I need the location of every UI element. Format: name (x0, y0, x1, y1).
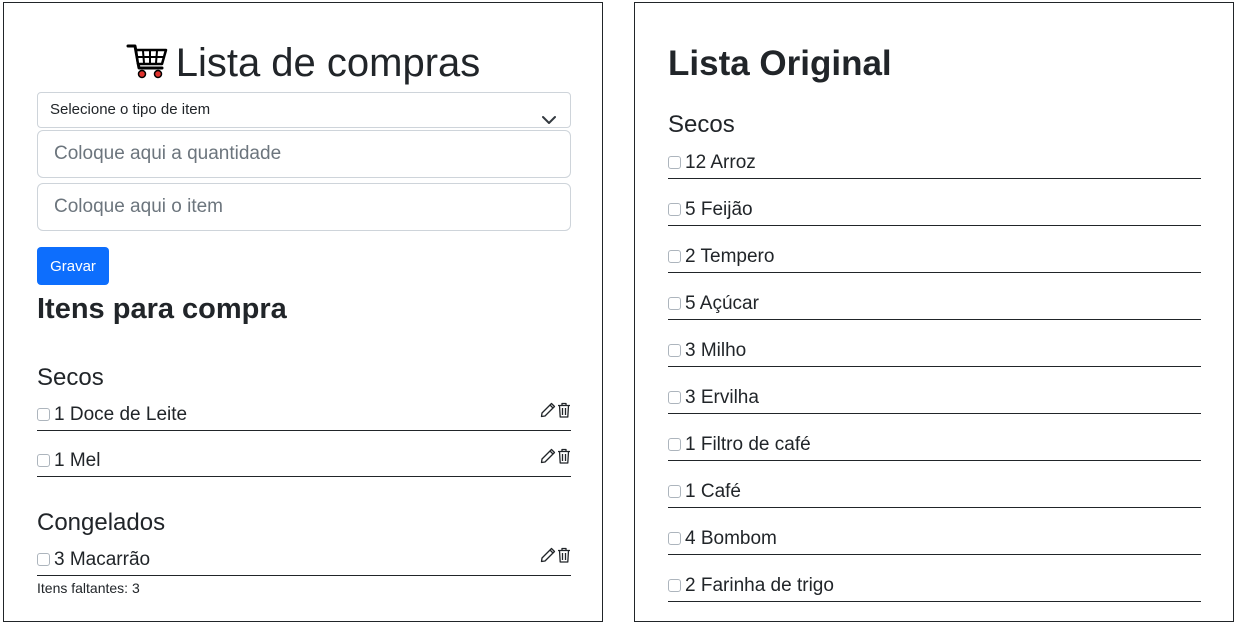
list-item: 3 Milho (668, 340, 1201, 367)
trash-icon[interactable] (557, 547, 571, 569)
item-checkbox[interactable] (668, 344, 681, 357)
list-item-label: 1 Filtro de café (685, 434, 811, 455)
list-item-label: 1 Mel (54, 450, 101, 471)
list-item-label: 5 Açúcar (685, 293, 759, 314)
edit-pencil-icon[interactable] (540, 547, 556, 569)
edit-pencil-icon[interactable] (540, 448, 556, 470)
list-item: 4 Bombom (668, 528, 1201, 555)
list-item-label: 3 Macarrão (54, 549, 151, 570)
list-item: 1 Mel (37, 448, 571, 477)
original-list-panel: Lista Original Secos 12 Arroz 5 Feijão 2… (634, 2, 1234, 622)
page-title-text: Lista de compras (175, 41, 481, 85)
list-item-label: 12 Arroz (685, 152, 756, 173)
remaining-items-count: Itens faltantes: 3 (37, 580, 140, 596)
category-heading-secos: Secos (37, 364, 104, 391)
item-checkbox[interactable] (668, 250, 681, 263)
original-list-title: Lista Original (668, 44, 892, 83)
list-item: 2 Tempero (668, 246, 1201, 273)
item-checkbox[interactable] (668, 391, 681, 404)
list-item-label: 1 Café (685, 481, 741, 502)
item-checkbox[interactable] (668, 579, 681, 592)
save-button[interactable]: Gravar (37, 247, 109, 285)
quantity-input[interactable] (37, 130, 571, 178)
item-checkbox[interactable] (37, 454, 50, 467)
list-item-label: 2 Farinha de trigo (685, 575, 834, 596)
item-checkbox[interactable] (668, 532, 681, 545)
list-item: 3 Macarrão (37, 547, 571, 576)
shopping-cart-icon (126, 40, 170, 93)
list-item-label: 3 Ervilha (685, 387, 759, 408)
trash-icon[interactable] (557, 402, 571, 424)
item-checkbox[interactable] (37, 553, 50, 566)
list-item-label: 2 Tempero (685, 246, 775, 267)
item-type-select[interactable]: Selecione o tipo de item (37, 92, 571, 128)
list-item: 1 Filtro de café (668, 434, 1201, 461)
item-type-select-value: Selecione o tipo de item (50, 101, 211, 118)
edit-pencil-icon[interactable] (540, 402, 556, 424)
category-heading-congelados: Congelados (37, 509, 166, 536)
item-checkbox[interactable] (668, 297, 681, 310)
list-item: 12 Arroz (668, 152, 1201, 179)
list-item-label: 4 Bombom (685, 528, 777, 549)
list-item: 5 Açúcar (668, 293, 1201, 320)
item-input[interactable] (37, 183, 571, 231)
list-item: 1 Doce de Leite (37, 402, 571, 431)
category-heading-secos: Secos (668, 111, 735, 138)
item-checkbox[interactable] (668, 203, 681, 216)
list-item-label: 1 Doce de Leite (54, 404, 188, 425)
item-checkbox[interactable] (668, 438, 681, 451)
list-item: 1 Café (668, 481, 1201, 508)
shopping-list-panel: Lista de compras Selecione o tipo de ite… (3, 2, 603, 622)
list-item: 3 Ervilha (668, 387, 1201, 414)
trash-icon[interactable] (557, 448, 571, 470)
list-item: 2 Farinha de trigo (668, 575, 1201, 602)
list-item-label: 5 Feijão (685, 199, 753, 220)
item-checkbox[interactable] (668, 156, 681, 169)
list-item: 5 Feijão (668, 199, 1201, 226)
page-title: Lista de compras (4, 39, 602, 93)
item-checkbox[interactable] (668, 485, 681, 498)
list-item-label: 3 Milho (685, 340, 747, 361)
item-checkbox[interactable] (37, 408, 50, 421)
items-to-buy-heading: Itens para compra (37, 293, 287, 325)
